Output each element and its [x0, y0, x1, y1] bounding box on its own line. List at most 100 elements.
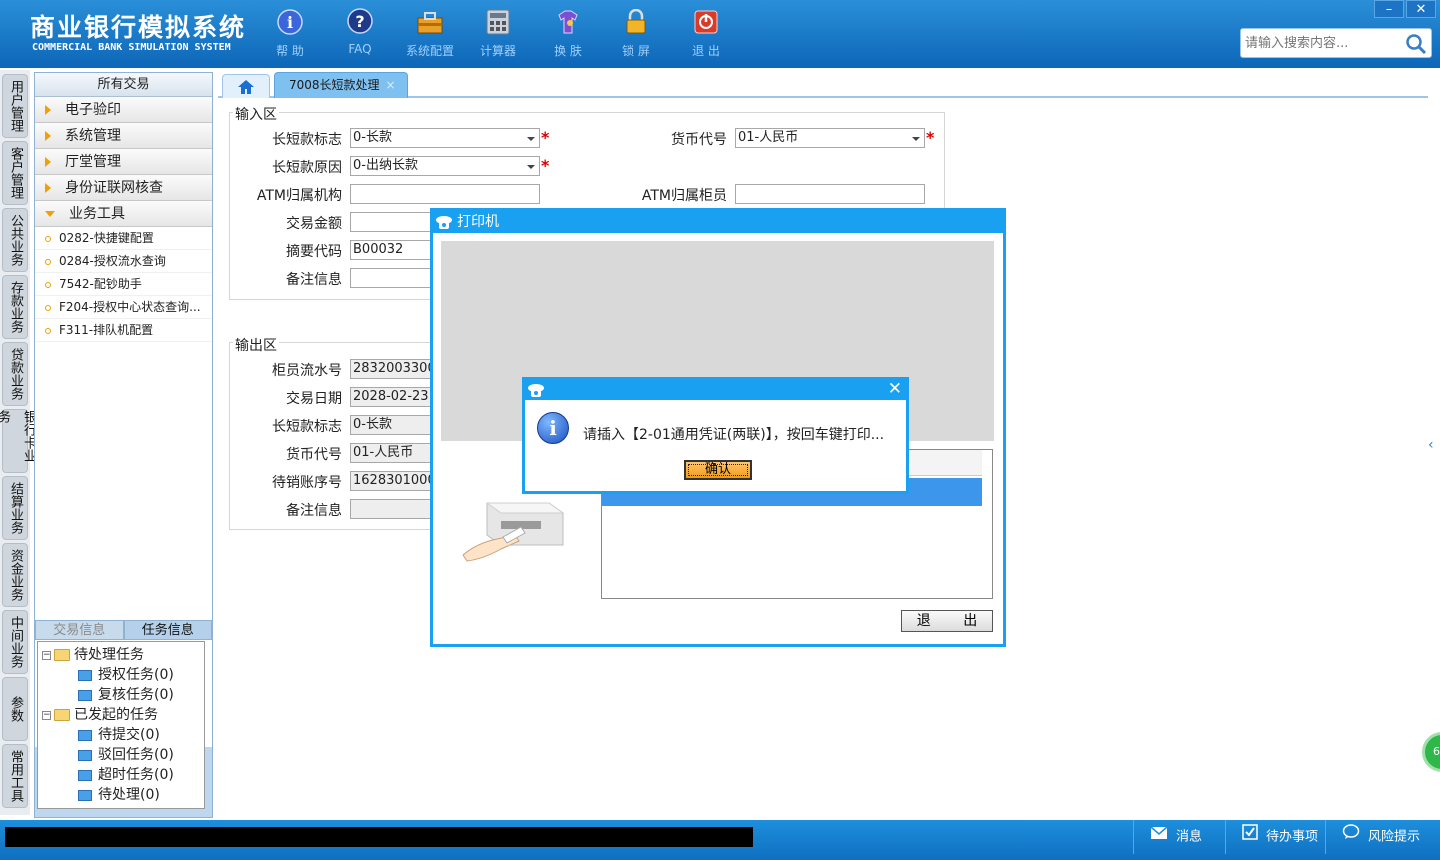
- alert-close-button[interactable]: ✕: [888, 379, 902, 399]
- bullet-icon: [45, 304, 51, 311]
- search-input[interactable]: [1241, 29, 1401, 57]
- summary-label: 摘要代码: [286, 244, 342, 260]
- vtab-bank-card-business[interactable]: 银行卡业务: [0, 409, 36, 473]
- tree-node-initiated[interactable]: − 已发起的任务: [42, 704, 158, 724]
- printer-exit-button[interactable]: 退 出: [901, 610, 993, 632]
- menu-group-lobby[interactable]: 厅堂管理: [35, 149, 212, 175]
- chevron-down-icon: [45, 211, 55, 217]
- tab-close-button[interactable]: ×: [386, 78, 396, 92]
- bullet-icon: [45, 281, 51, 288]
- tab-transaction-info[interactable]: 交易信息: [35, 620, 124, 640]
- svg-text:?: ?: [355, 12, 364, 31]
- folder-icon: [54, 709, 70, 721]
- search-icon[interactable]: [1405, 33, 1427, 59]
- faq-button[interactable]: ? FAQ: [325, 8, 395, 56]
- risk-alert-button[interactable]: 风险提示: [1325, 820, 1425, 854]
- menu-group-id-check[interactable]: 身份证联网核查: [35, 175, 212, 201]
- question-icon: ?: [346, 8, 374, 36]
- menu-group-e-seal[interactable]: 电子验印: [35, 97, 212, 123]
- tree-node-timeout[interactable]: 超时任务(0): [78, 764, 174, 784]
- app-title: 商业银行模拟系统: [30, 13, 247, 42]
- menu-item-f204[interactable]: F204-授权中心状态查询...: [35, 296, 212, 319]
- tree-node-to-process[interactable]: 待处理(0): [78, 784, 160, 804]
- dropdown-icon: [912, 137, 920, 141]
- system-config-button[interactable]: 系统配置: [395, 8, 465, 59]
- tab-task-info[interactable]: 任务信息: [123, 620, 212, 640]
- todo-button[interactable]: 待办事项: [1225, 820, 1325, 854]
- tab-home[interactable]: [222, 74, 270, 98]
- info-tabs: 交易信息 任务信息: [35, 620, 212, 640]
- close-button[interactable]: ✕: [1406, 0, 1436, 18]
- info-icon: i: [537, 412, 569, 444]
- app-subtitle: COMMERCIAL BANK SIMULATION SYSTEM: [32, 42, 231, 53]
- amount-label: 交易金额: [286, 216, 342, 232]
- document-icon: [78, 769, 92, 781]
- lock-screen-button[interactable]: 锁 屏: [601, 8, 671, 59]
- module-tabs: 用户管理 客户管理 公共业务 存款业务 贷款业务 银行卡业务 结算业务 资金业务…: [0, 70, 36, 815]
- menu-item-0284[interactable]: 0284-授权流水查询: [35, 250, 212, 273]
- expand-handle[interactable]: ‹: [1428, 420, 1440, 470]
- atm-teller-input[interactable]: [735, 184, 925, 204]
- confirm-button[interactable]: 确认: [684, 460, 752, 480]
- envelope-icon: [1150, 820, 1168, 854]
- reason-select[interactable]: 0-出纳长款: [350, 156, 540, 176]
- currency-select[interactable]: 01-人民币: [735, 128, 925, 148]
- lock-icon: [622, 8, 650, 36]
- tree-node-rejected[interactable]: 驳回任务(0): [78, 744, 174, 764]
- menu-item-0282[interactable]: 0282-快捷键配置: [35, 227, 212, 250]
- power-icon: [692, 8, 720, 36]
- vtab-public-business[interactable]: 公共业务: [2, 208, 28, 272]
- tab-7008[interactable]: 7008长短款处理 ×: [274, 72, 408, 98]
- tree-node-pending[interactable]: − 待处理任务: [42, 644, 144, 664]
- chevron-right-icon: [45, 183, 51, 193]
- out-currency-label: 货币代号: [286, 447, 342, 463]
- toolbox-icon: [416, 8, 444, 36]
- calculator-button[interactable]: 计算器: [463, 8, 533, 59]
- menu-item-f311[interactable]: F311-排队机配置: [35, 319, 212, 342]
- vtab-loan-business[interactable]: 贷款业务: [2, 342, 28, 406]
- task-tree: − 待处理任务 授权任务(0) 复核任务(0) − 已发起的任务 待提交(0) 驳回…: [37, 641, 205, 809]
- menu-group-system[interactable]: 系统管理: [35, 123, 212, 149]
- serial-label: 柜员流水号: [272, 363, 342, 379]
- notification-badge[interactable]: 68: [1422, 732, 1440, 772]
- collapse-icon[interactable]: −: [42, 650, 51, 660]
- reason-label: 长短款原因: [272, 160, 342, 176]
- flag-label: 长短款标志: [272, 132, 342, 148]
- output-area-legend: 输出区: [233, 335, 279, 355]
- change-skin-button[interactable]: 换 肤: [533, 8, 603, 59]
- atm-org-input[interactable]: [350, 184, 540, 204]
- exit-button[interactable]: 退 出: [671, 8, 741, 59]
- dropdown-icon: [527, 165, 535, 169]
- bullet-icon: [45, 258, 51, 265]
- calculator-icon: [484, 8, 512, 36]
- menu-item-7542[interactable]: 7542-配钞助手: [35, 273, 212, 296]
- messages-button[interactable]: 消息: [1133, 820, 1225, 854]
- svg-text:i: i: [287, 13, 293, 32]
- help-button[interactable]: i 帮 助: [255, 8, 325, 59]
- vtab-parameters[interactable]: 参数: [2, 677, 28, 741]
- bullet-icon: [45, 327, 51, 334]
- vtab-common-tools[interactable]: 常用工具: [2, 744, 28, 808]
- flag-select[interactable]: 0-长款: [350, 128, 540, 148]
- printer-title: 打印机: [457, 214, 499, 230]
- chat-bubble-icon: [1342, 820, 1360, 854]
- tree-node-review[interactable]: 复核任务(0): [78, 684, 174, 704]
- collapse-icon[interactable]: −: [42, 710, 51, 720]
- vtab-deposit-business[interactable]: 存款业务: [2, 275, 28, 339]
- main-tab-bar: 7008长短款处理 ×: [218, 72, 1428, 98]
- minimize-button[interactable]: –: [1374, 0, 1404, 18]
- tree-node-to-submit[interactable]: 待提交(0): [78, 724, 160, 744]
- vtab-intermediate-business[interactable]: 中间业务: [2, 610, 28, 674]
- vtab-customer-management[interactable]: 客户管理: [2, 141, 28, 205]
- required-marker: *: [926, 128, 935, 147]
- atm-teller-label: ATM归属柜员: [641, 188, 727, 204]
- vtab-fund-business[interactable]: 资金业务: [2, 543, 28, 607]
- phone-icon: [435, 214, 453, 237]
- menu-group-tools[interactable]: 业务工具: [35, 201, 212, 227]
- vtab-user-management[interactable]: 用户管理: [2, 74, 28, 138]
- account-seq-label: 待销账序号: [272, 475, 342, 491]
- info-icon: i: [276, 8, 304, 36]
- input-area-legend: 输入区: [233, 104, 279, 124]
- tree-node-auth[interactable]: 授权任务(0): [78, 664, 174, 684]
- vtab-settlement-business[interactable]: 结算业务: [2, 476, 28, 540]
